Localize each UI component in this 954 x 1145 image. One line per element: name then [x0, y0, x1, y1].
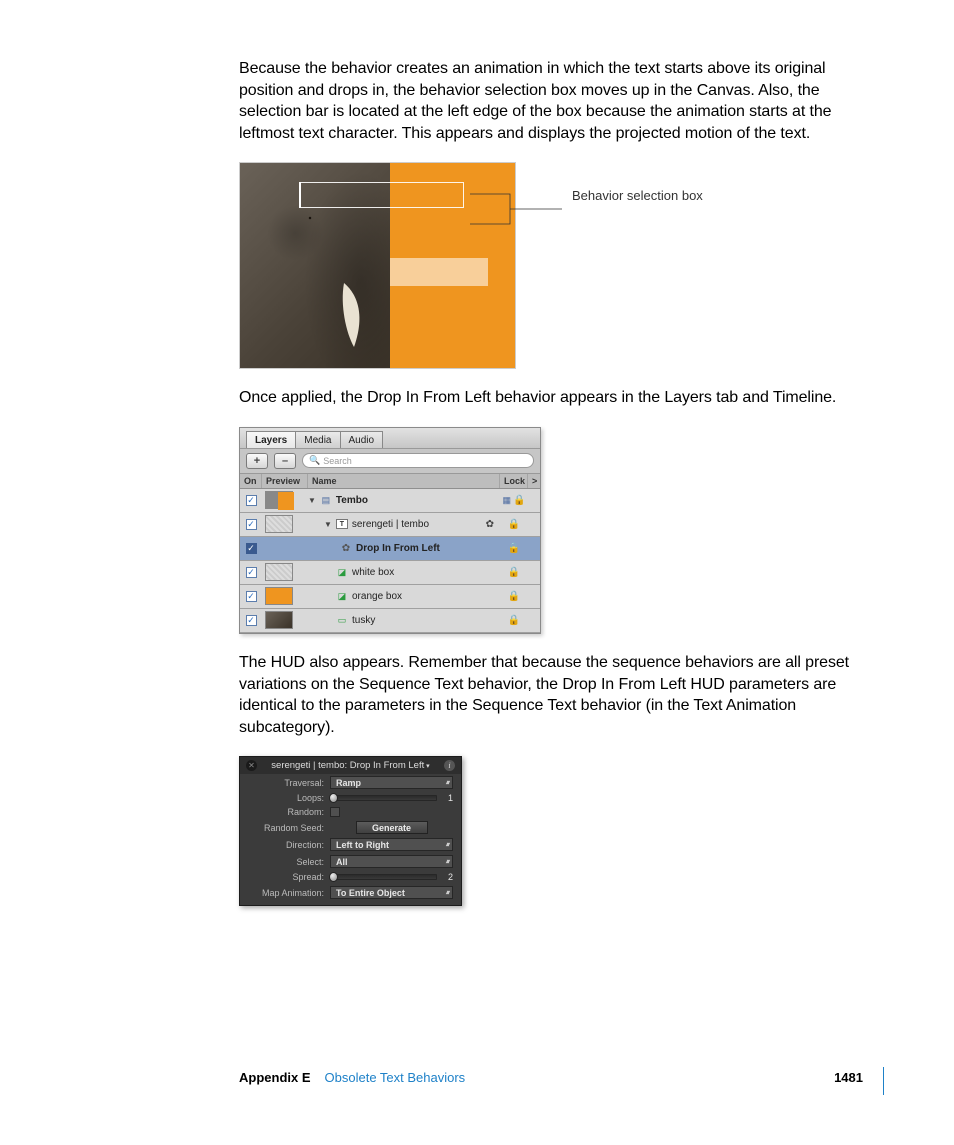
close-icon[interactable]: ✕ — [246, 760, 257, 771]
visibility-checkbox[interactable] — [246, 567, 257, 578]
tab-audio[interactable]: Audio — [340, 431, 384, 448]
disclosure-triangle[interactable]: ▼ — [308, 496, 316, 505]
disclosure-triangle[interactable]: ▼ — [324, 520, 332, 529]
search-field[interactable]: 🔍 Search — [302, 453, 534, 468]
paragraph-3: The HUD also appears. Remember that beca… — [239, 652, 863, 738]
spread-value: 2 — [443, 872, 453, 882]
shape-icon: ◪ — [336, 591, 348, 601]
generate-button[interactable]: Generate — [356, 821, 428, 834]
map-animation-label: Map Animation: — [248, 888, 324, 898]
panel-tabs: Layers Media Audio — [240, 428, 540, 449]
spread-slider[interactable]: 2 — [330, 872, 453, 882]
traversal-label: Traversal: — [248, 778, 324, 788]
layer-name: Tembo — [336, 495, 368, 506]
hud-title[interactable]: serengeti | tembo: Drop In From Left — [257, 760, 444, 771]
tusk-shape — [336, 283, 380, 353]
layer-row-group[interactable]: ▼ ▤ Tembo ▦🔒 — [240, 489, 540, 513]
stack-icon[interactable]: ▦ — [503, 495, 512, 506]
behavior-selection-box — [299, 182, 464, 208]
hud-title-bar[interactable]: ✕ serengeti | tembo: Drop In From Left i — [240, 757, 461, 774]
visibility-checkbox[interactable] — [246, 615, 257, 626]
visibility-checkbox[interactable] — [246, 495, 257, 506]
col-preview[interactable]: Preview — [262, 474, 308, 488]
map-animation-select[interactable]: To Entire Object — [330, 886, 453, 899]
lock-icon[interactable]: 🔒 — [508, 543, 520, 554]
lock-icon[interactable]: 🔒 — [508, 591, 520, 602]
shape-icon: ◪ — [336, 567, 348, 577]
group-icon: ▤ — [320, 495, 332, 505]
random-label: Random: — [248, 807, 324, 817]
callout: Behavior selection box — [524, 162, 734, 222]
random-seed-label: Random Seed: — [248, 823, 324, 833]
thumbnail — [265, 515, 293, 533]
layer-row-shape[interactable]: ◪ white box 🔒 — [240, 561, 540, 585]
random-checkbox[interactable] — [330, 807, 340, 817]
thumbnail — [265, 611, 293, 629]
layer-name: serengeti | tembo — [352, 519, 429, 530]
lock-icon[interactable]: 🔒 — [508, 519, 520, 530]
layer-row-text[interactable]: ▼ Tserengeti | tembo ✿ 🔒 — [240, 513, 540, 537]
layer-name: orange box — [352, 591, 402, 602]
visibility-checkbox[interactable] — [246, 543, 257, 554]
text-icon: T — [336, 519, 348, 529]
tab-media[interactable]: Media — [295, 431, 340, 448]
loops-slider[interactable]: 1 — [330, 793, 453, 803]
lock-icon[interactable]: 🔒 — [508, 567, 520, 578]
visibility-checkbox[interactable] — [246, 591, 257, 602]
col-on[interactable]: On — [240, 474, 262, 488]
layer-name: white box — [352, 567, 394, 578]
layer-row-shape[interactable]: ◪ orange box 🔒 — [240, 585, 540, 609]
select-select[interactable]: All — [330, 855, 453, 868]
figure-canvas: Behavior selection box — [239, 162, 863, 369]
paragraph-1: Because the behavior creates an animatio… — [239, 58, 863, 144]
chapter-title: Obsolete Text Behaviors — [325, 1070, 466, 1085]
layer-name: tusky — [352, 615, 375, 626]
info-icon[interactable]: i — [444, 760, 455, 771]
appendix-label: Appendix E — [239, 1070, 311, 1085]
thumbnail — [265, 563, 293, 581]
remove-button[interactable]: – — [274, 453, 296, 469]
thumbnail — [265, 491, 293, 509]
col-end[interactable]: > — [528, 474, 540, 488]
select-label: Select: — [248, 857, 324, 867]
column-header: On Preview Name Lock > — [240, 474, 540, 489]
traversal-select[interactable]: Ramp — [330, 776, 453, 789]
layers-panel: Layers Media Audio + – 🔍 Search On Previ… — [239, 427, 541, 634]
hud-panel: ✕ serengeti | tembo: Drop In From Left i… — [239, 756, 462, 906]
search-placeholder: Search — [323, 456, 352, 466]
callout-label: Behavior selection box — [572, 188, 703, 203]
direction-label: Direction: — [248, 840, 324, 850]
col-lock[interactable]: Lock — [500, 474, 528, 488]
layer-row-behavior[interactable]: ✿ Drop In From Left 🔒 — [240, 537, 540, 561]
layer-row-image[interactable]: ▭ tusky 🔒 — [240, 609, 540, 633]
direction-select[interactable]: Left to Right — [330, 838, 453, 851]
col-name[interactable]: Name — [308, 474, 500, 488]
page-footer: Appendix E Obsolete Text Behaviors 1481 — [239, 1070, 863, 1085]
behavior-gear-icon[interactable]: ✿ — [486, 519, 494, 530]
white-box — [390, 258, 488, 286]
thumbnail — [265, 587, 293, 605]
gear-icon: ✿ — [340, 543, 352, 553]
paragraph-2: Once applied, the Drop In From Left beha… — [239, 387, 863, 409]
footer-rule — [883, 1067, 884, 1095]
lock-icon[interactable]: 🔒 — [508, 615, 520, 626]
add-button[interactable]: + — [246, 453, 268, 469]
spread-label: Spread: — [248, 872, 324, 882]
layer-name: Drop In From Left — [356, 543, 440, 554]
loops-value: 1 — [443, 793, 453, 803]
page-number: 1481 — [834, 1070, 863, 1085]
image-icon: ▭ — [336, 615, 348, 625]
loops-label: Loops: — [248, 793, 324, 803]
tab-layers[interactable]: Layers — [246, 431, 296, 448]
visibility-checkbox[interactable] — [246, 519, 257, 530]
search-icon: 🔍 — [309, 455, 320, 466]
lock-icon[interactable]: 🔒 — [513, 495, 525, 506]
